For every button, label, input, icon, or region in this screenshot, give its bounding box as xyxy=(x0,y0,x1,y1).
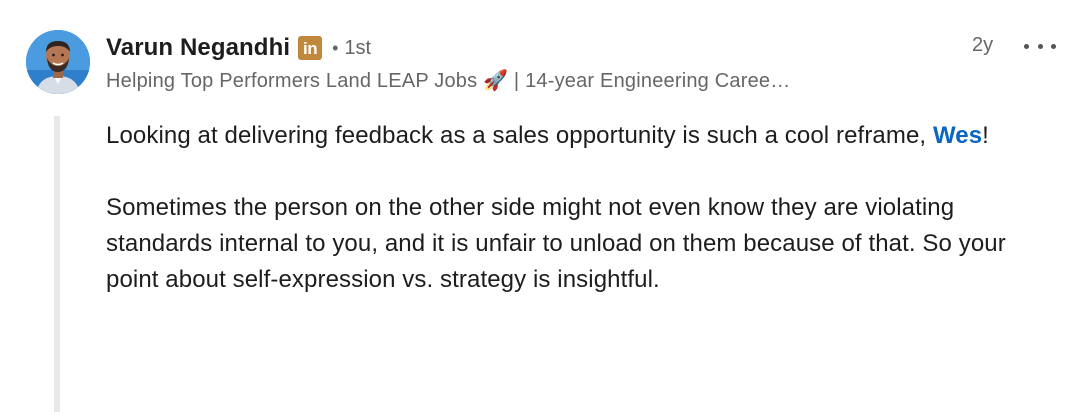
more-options-button[interactable] xyxy=(1024,36,1056,56)
avatar-image xyxy=(26,30,90,94)
comment-paragraph: Sometimes the person on the other side m… xyxy=(106,194,1006,293)
linkedin-icon: in xyxy=(298,36,323,60)
comment-text: Looking at delivering feedback as a sale… xyxy=(106,122,933,149)
author-headline[interactable]: Helping Top Performers Land LEAP Jobs 🚀 … xyxy=(106,68,936,93)
mention-link[interactable]: Wes xyxy=(933,122,982,149)
ellipsis-icon xyxy=(1051,43,1056,49)
linkedin-badge-text: in xyxy=(303,38,318,58)
degree-separator: • xyxy=(332,37,339,58)
ellipsis-icon xyxy=(1037,43,1043,49)
avatar[interactable] xyxy=(26,30,90,94)
thread-line xyxy=(54,116,60,412)
author-name[interactable]: Varun Negandhi xyxy=(106,34,290,62)
comment-text: ! xyxy=(982,122,989,149)
comment-paragraph: Looking at delivering feedback as a sale… xyxy=(106,118,1046,154)
author-row: Varun Negandhi in • 1st xyxy=(106,32,371,64)
comment-body: Looking at delivering feedback as a sale… xyxy=(106,118,1046,298)
comment-item: Varun Negandhi in • 1st Helping Top Perf… xyxy=(0,0,1082,412)
connection-degree: 1st xyxy=(344,36,372,59)
ellipsis-icon xyxy=(1024,43,1029,49)
timestamp: 2y xyxy=(972,34,994,56)
